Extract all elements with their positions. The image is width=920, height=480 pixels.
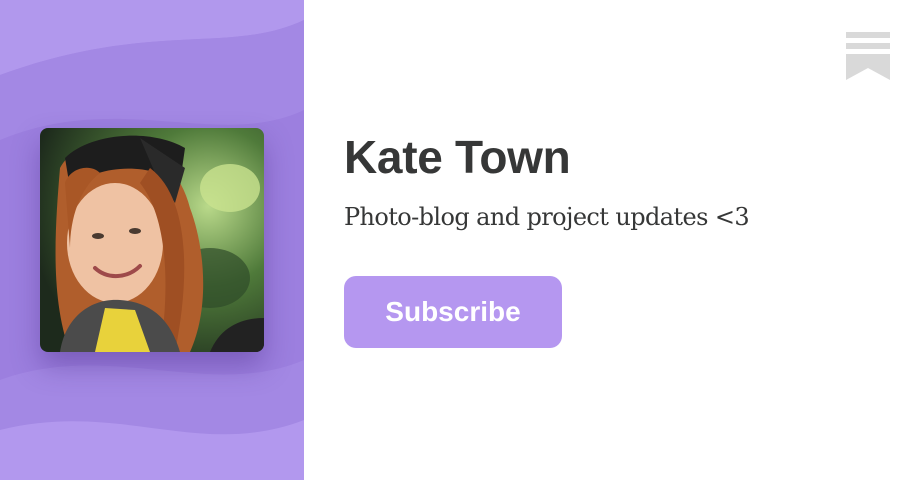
profile-tagline: Photo-blog and project updates <3	[344, 203, 750, 231]
subscribe-button[interactable]: Subscribe	[344, 276, 562, 348]
avatar	[40, 128, 264, 352]
profile-content: Kate Town Photo-blog and project updates…	[304, 0, 920, 480]
avatar-photo	[40, 128, 264, 352]
decorative-panel	[0, 0, 304, 480]
substack-bookmark-icon	[846, 32, 890, 80]
profile-name: Kate Town	[344, 131, 571, 183]
profile-card: Kate Town Photo-blog and project updates…	[0, 0, 920, 480]
